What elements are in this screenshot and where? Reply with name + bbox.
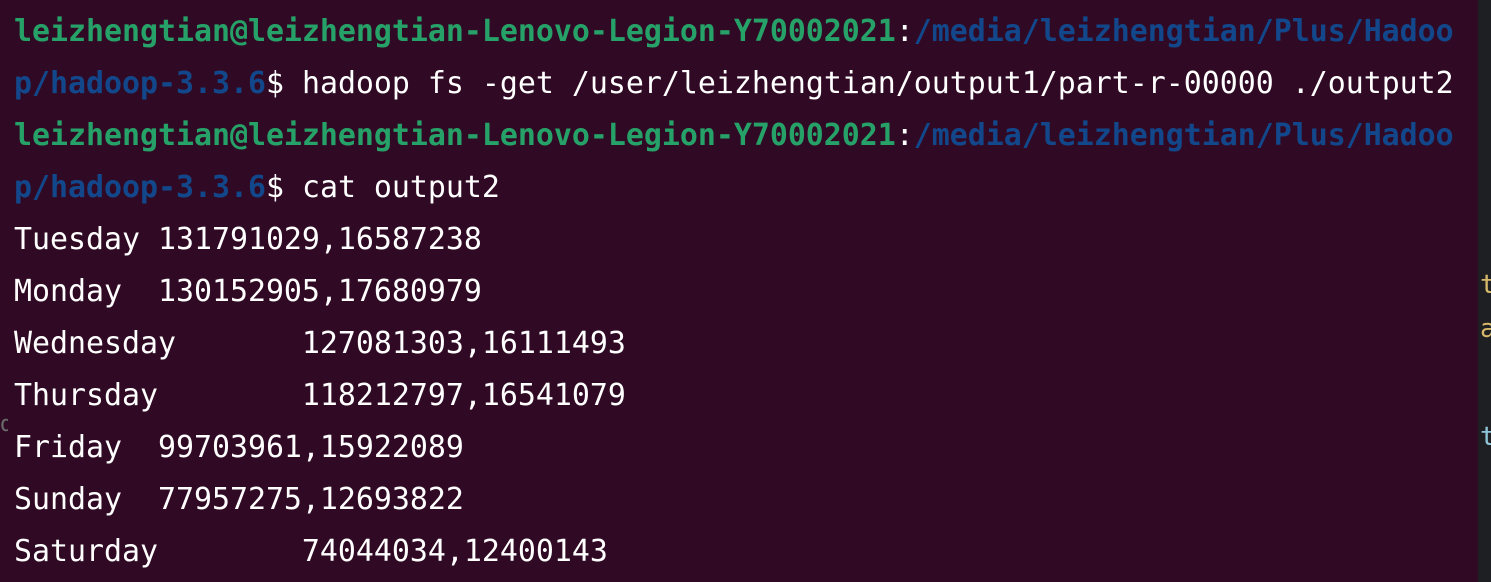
prompt-symbol: $ (265, 66, 284, 101)
prompt-path: /media/leizhengtian/Plus/Hadoo (913, 14, 1454, 49)
output-line: Wednesday 127081303,16111493 (14, 326, 626, 361)
prompt-symbol: $ (265, 170, 284, 205)
prompt-user: leizhengtian@leizhengtian-Lenovo-Legion-… (14, 118, 896, 153)
prompt-user: leizhengtian@leizhengtian-Lenovo-Legion-… (14, 14, 896, 49)
prompt-separator: : (895, 118, 914, 153)
command-text: cat output2 (283, 170, 500, 205)
terminal-output[interactable]: leizhengtian@leizhengtian-Lenovo-Legion-… (14, 8, 1476, 582)
command-line: p/hadoop-3.3.6$ hadoop fs -get /user/lei… (14, 60, 1476, 112)
clipped-text: t (1480, 422, 1491, 452)
terminal-window[interactable]: leizhengtian@leizhengtian-Lenovo-Legion-… (0, 0, 1491, 582)
clipped-text: d (0, 412, 8, 437)
clipped-text: t (1480, 270, 1491, 300)
output-line: Saturday 74044034,12400143 (14, 534, 608, 569)
output-line: Friday 99703961,15922089 (14, 430, 464, 465)
prompt-line: leizhengtian@leizhengtian-Lenovo-Legion-… (14, 8, 1476, 60)
output-line: Tuesday 131791029,16587238 (14, 222, 482, 257)
output-line: Thursday 118212797,16541079 (14, 378, 626, 413)
prompt-path-continued: p/hadoop-3.3.6 (14, 170, 266, 205)
prompt-line: leizhengtian@leizhengtian-Lenovo-Legion-… (14, 112, 1476, 164)
clipped-text: a (1480, 314, 1491, 344)
output-line: Sunday 77957275,12693822 (14, 482, 464, 517)
prompt-path: /media/leizhengtian/Plus/Hadoo (913, 118, 1454, 153)
background-window-edge-right: t a t (1478, 0, 1491, 582)
prompt-path-continued: p/hadoop-3.3.6 (14, 66, 266, 101)
prompt-separator: : (895, 14, 914, 49)
background-window-edge-left: d (0, 412, 8, 442)
output-line: Monday 130152905,17680979 (14, 274, 482, 309)
command-line: p/hadoop-3.3.6$ cat output2 (14, 164, 1476, 216)
command-text: hadoop fs -get /user/leizhengtian/output… (283, 66, 1454, 101)
